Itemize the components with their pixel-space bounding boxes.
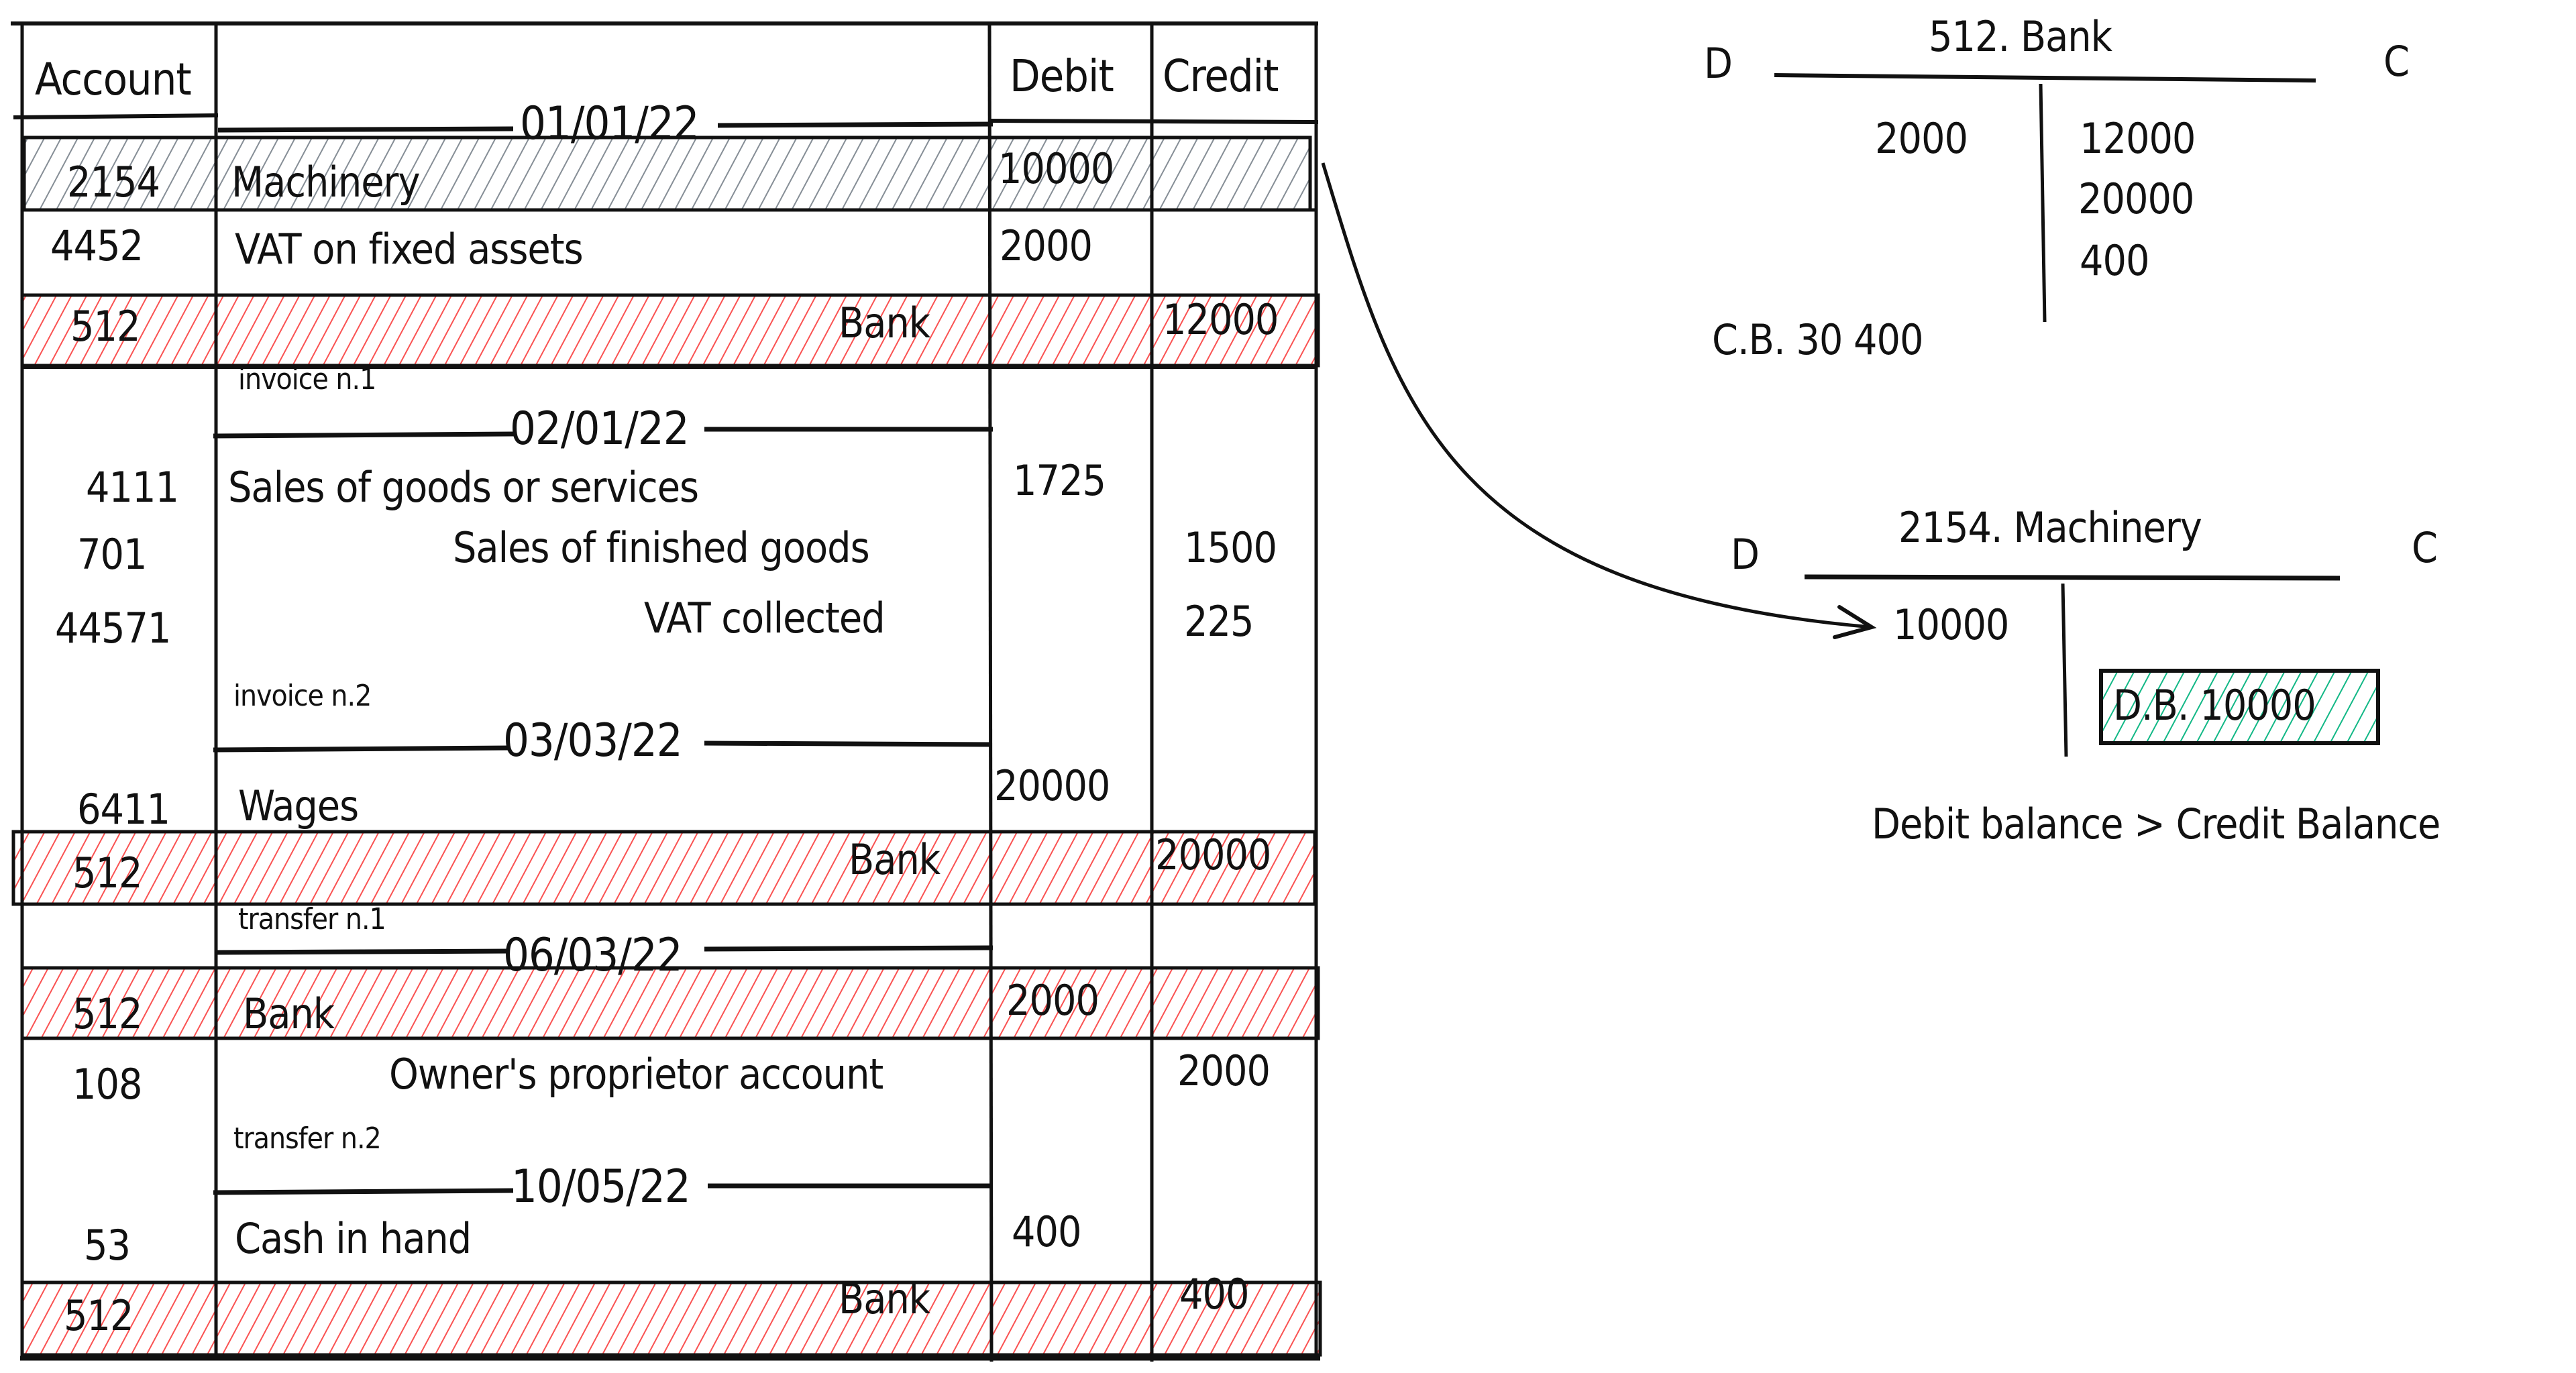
debit-amount: 20000 [994, 761, 1110, 810]
entry-date: 10/05/22 [511, 1160, 691, 1213]
account-label: Bank [243, 989, 335, 1038]
t-account-title: 512. Bank [1929, 12, 2112, 61]
account-number: 44571 [55, 604, 171, 653]
account-label: Sales of goods or services [228, 463, 699, 512]
entry-date: 06/03/22 [503, 929, 683, 982]
account-number: 701 [77, 530, 147, 579]
account-label: Owner's proprietor account [389, 1050, 883, 1099]
account-number: 4111 [86, 463, 179, 512]
credit-entry: 20000 [2078, 174, 2194, 223]
arrow-head-icon [1833, 605, 1877, 639]
entry-note: invoice n.2 [233, 679, 372, 713]
account-label: VAT on fixed assets [235, 225, 584, 274]
debit-amount: 1725 [1013, 456, 1106, 505]
account-label: Cash in hand [235, 1214, 472, 1263]
entry-note: transfer n.1 [238, 902, 386, 936]
entry-date: 03/03/22 [503, 714, 683, 767]
credit-entry: 400 [2080, 236, 2149, 285]
entry-note: invoice n.1 [238, 362, 376, 396]
row-highlight-bank-2 [11, 830, 1317, 906]
account-label: VAT collected [644, 594, 885, 643]
closing-balance: C.B. 30 400 [1712, 315, 1923, 364]
credit-amount: 225 [1184, 597, 1254, 646]
account-number: 512 [72, 848, 142, 897]
debit-side-label: D [1704, 39, 1733, 88]
account-number: 2154 [67, 158, 160, 207]
posting-arrow [1321, 162, 1872, 629]
debit-side-label: D [1731, 530, 1760, 579]
balance-note: Debit balance > Credit Balance [1872, 800, 2440, 848]
account-number: 4452 [50, 221, 144, 270]
entry-note: transfer n.2 [233, 1121, 382, 1156]
credit-side-label: C [2412, 523, 2438, 572]
account-number: 108 [72, 1060, 142, 1109]
credit-entry: 12000 [2080, 114, 2196, 163]
credit-amount: 1500 [1184, 523, 1277, 572]
account-label: Sales of finished goods [453, 523, 870, 572]
account-number: 512 [72, 989, 142, 1038]
credit-amount: 20000 [1155, 830, 1271, 879]
credit-amount: 400 [1179, 1270, 1249, 1319]
debit-amount: 400 [1012, 1207, 1081, 1256]
debit-amount: 2000 [1006, 976, 1099, 1025]
account-number: 6411 [77, 785, 170, 834]
header-credit: Credit [1163, 50, 1279, 102]
debit-amount: 2000 [1000, 221, 1093, 270]
entry-date: 01/01/22 [520, 97, 700, 150]
account-number: 512 [64, 1291, 133, 1340]
credit-amount: 12000 [1163, 295, 1279, 344]
credit-side-label: C [2383, 37, 2410, 86]
debit-amount: 10000 [998, 144, 1114, 193]
debit-entry: 10000 [1893, 600, 2009, 649]
debit-balance-label: D.B. 10000 [2113, 681, 2316, 730]
account-label: Wages [238, 781, 359, 830]
credit-amount: 2000 [1177, 1046, 1271, 1095]
account-label: Bank [849, 835, 941, 884]
account-number: 53 [84, 1221, 131, 1270]
t-account-title: 2154. Machinery [1898, 503, 2202, 552]
entry-date: 02/01/22 [510, 402, 690, 455]
account-number: 512 [70, 302, 140, 351]
account-label: Bank [839, 298, 930, 347]
debit-entry: 2000 [1875, 114, 1968, 163]
header-debit: Debit [1010, 50, 1114, 102]
account-label: Bank [839, 1274, 930, 1323]
header-account: Account [35, 54, 192, 105]
t-account-bank-lines [1774, 73, 2316, 323]
account-label: Machinery [231, 158, 420, 207]
